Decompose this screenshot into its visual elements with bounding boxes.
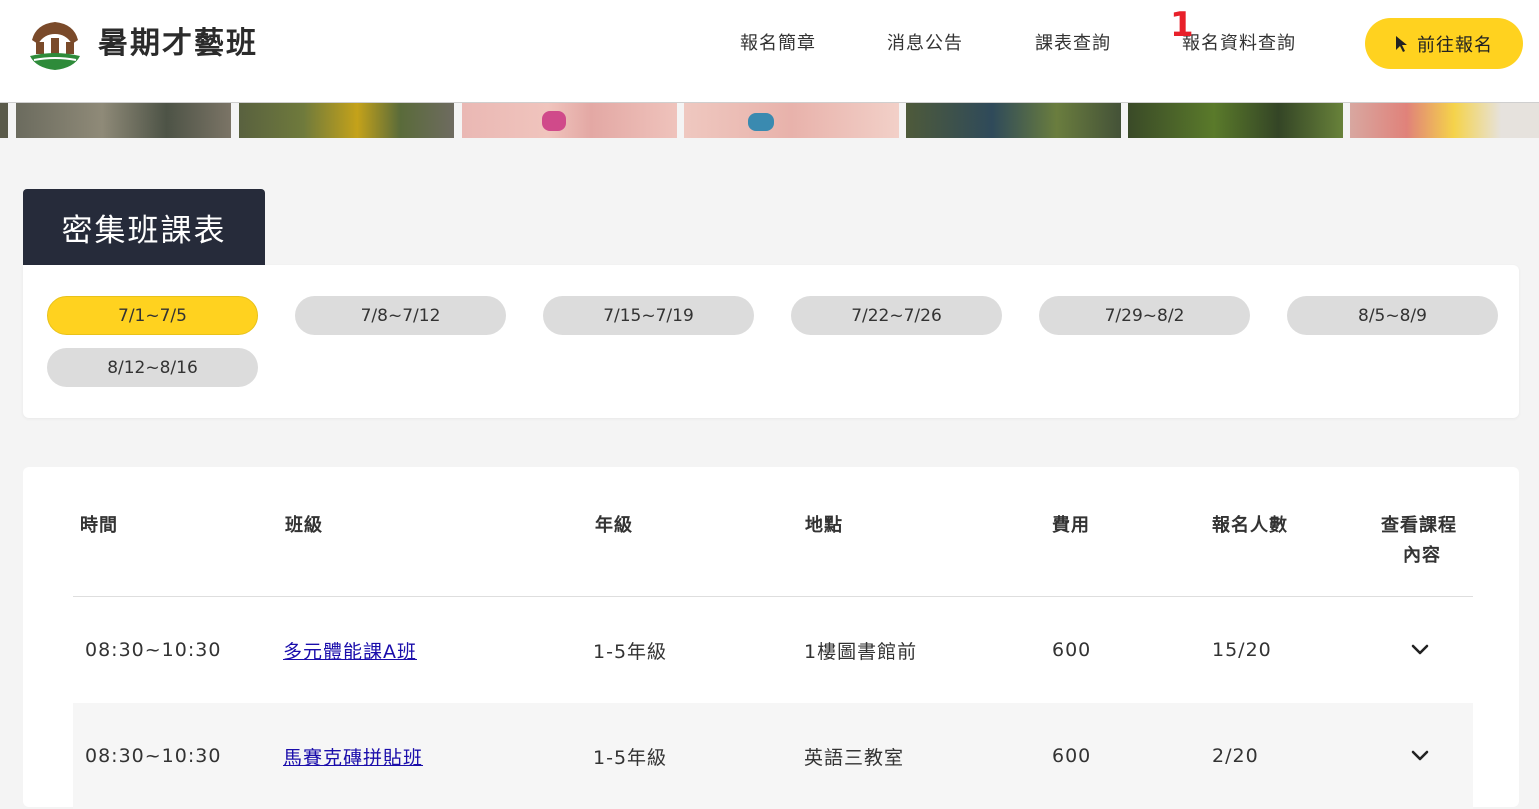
banner-photo: [0, 103, 8, 138]
column-header-details-line2: 內容: [1403, 545, 1441, 566]
column-header-fee: 費用: [1052, 515, 1090, 536]
table-row: 08:30~10:30 多元體能課A班 1-5年級 1樓圖書館前 600 15/…: [73, 597, 1473, 703]
annotation-marker-1: 1: [1170, 5, 1194, 45]
banner-photo: [16, 103, 231, 138]
week-selector: 7/1~7/5 7/8~7/12 7/15~7/19 7/22~7/26 7/2…: [23, 265, 1519, 418]
banner-photo: [684, 103, 899, 138]
expand-details-button[interactable]: [1411, 703, 1429, 809]
schedule-table: 時間 班級 年級 地點 費用 報名人數 查看課程 內容 08:30~10:30 …: [23, 467, 1519, 809]
class-link[interactable]: 馬賽克磚拼貼班: [283, 743, 423, 770]
nav-schedule[interactable]: 課表查詢: [1035, 32, 1111, 56]
banner-photo: [462, 103, 677, 138]
week-tab[interactable]: 7/22~7/26: [791, 296, 1002, 335]
column-header-class: 班級: [285, 515, 323, 536]
expand-details-button[interactable]: [1411, 597, 1429, 703]
banner-photo: [239, 103, 454, 138]
site-title[interactable]: 暑期才藝班: [98, 24, 258, 64]
site-header: 暑期才藝班 報名簡章 消息公告 課表查詢 報名資料查詢 前往報名: [0, 0, 1539, 103]
column-header-enrolled: 報名人數: [1212, 515, 1288, 536]
section-title: 密集班課表: [23, 189, 265, 265]
week-tab[interactable]: 7/15~7/19: [543, 296, 754, 335]
cursor-arrow-icon: [1396, 35, 1407, 52]
column-header-grade: 年級: [595, 515, 633, 536]
cell-enrolled: 2/20: [1212, 745, 1259, 767]
nav-brochure[interactable]: 報名簡章: [740, 32, 816, 56]
cell-enrolled: 15/20: [1212, 639, 1272, 661]
column-header-details: 查看課程: [1381, 515, 1457, 536]
cell-fee: 600: [1052, 639, 1092, 661]
school-logo-icon[interactable]: [26, 16, 84, 72]
cell-time: 08:30~10:30: [85, 745, 222, 767]
go-register-button[interactable]: 前往報名: [1365, 18, 1523, 69]
banner-photo: [1128, 103, 1343, 138]
column-header-time: 時間: [80, 515, 118, 536]
banner-photo: [906, 103, 1121, 138]
nav-news[interactable]: 消息公告: [887, 32, 963, 56]
banner-photo: [1350, 103, 1539, 138]
week-tab[interactable]: 7/29~8/2: [1039, 296, 1250, 335]
cell-location: 英語三教室: [804, 746, 905, 769]
go-register-label: 前往報名: [1417, 34, 1493, 56]
nav-registration-lookup[interactable]: 報名資料查詢: [1182, 32, 1296, 56]
cell-fee: 600: [1052, 745, 1092, 767]
cell-grade: 1-5年級: [593, 640, 668, 663]
chevron-down-icon: [1411, 750, 1429, 761]
week-tab[interactable]: 7/1~7/5: [47, 296, 258, 335]
week-tab[interactable]: 7/8~7/12: [295, 296, 506, 335]
photo-banner: [0, 103, 1539, 138]
cell-time: 08:30~10:30: [85, 639, 222, 661]
week-tab[interactable]: 8/12~8/16: [47, 348, 258, 387]
chevron-down-icon: [1411, 644, 1429, 655]
cell-location: 1樓圖書館前: [804, 640, 918, 663]
column-header-location: 地點: [805, 515, 843, 536]
week-tab[interactable]: 8/5~8/9: [1287, 296, 1498, 335]
table-row: 08:30~10:30 馬賽克磚拼貼班 1-5年級 英語三教室 600 2/20: [73, 703, 1473, 809]
cell-grade: 1-5年級: [593, 746, 668, 769]
class-link[interactable]: 多元體能課A班: [283, 637, 417, 664]
